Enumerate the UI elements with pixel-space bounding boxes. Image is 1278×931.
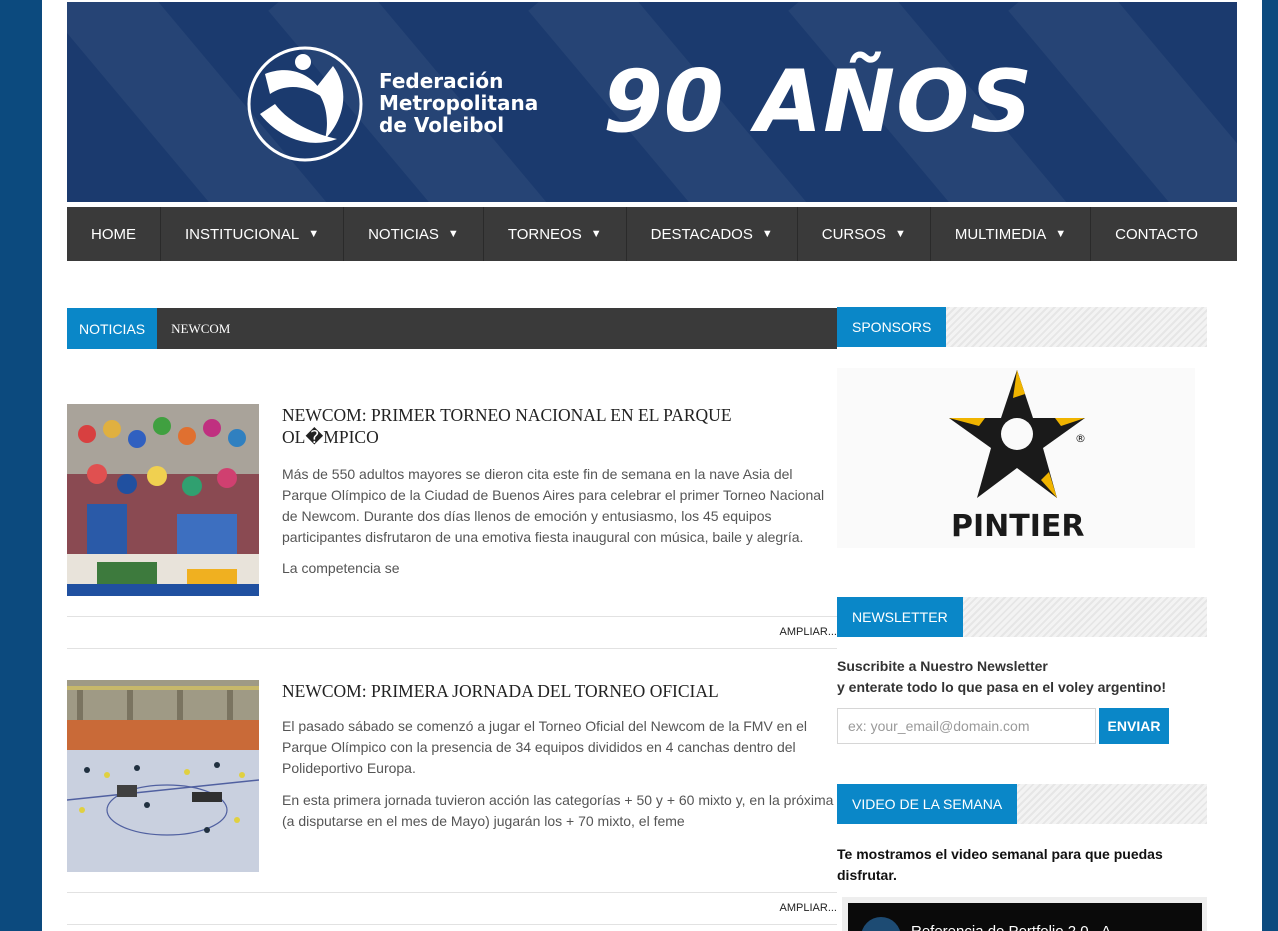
federation-name-line3: de Voleibol — [379, 113, 505, 137]
anniversary-title: 90 AÑOS — [603, 52, 1034, 152]
sponsor-banner[interactable]: ® PINTIER — [837, 368, 1195, 548]
article-card: NEWCOM: PRIMERA JORNADA DEL TORNEO OFICI… — [67, 680, 837, 925]
article-thumbnail[interactable] — [67, 404, 259, 596]
email-field[interactable] — [837, 708, 1096, 744]
nav-home-label: HOME — [91, 225, 136, 243]
nav-destacados[interactable]: DESTACADOS ▼ — [627, 207, 798, 261]
video-header: VIDEO DE LA SEMANA — [837, 784, 1207, 824]
newsletter-line2: y enterate todo lo que pasa en el voley … — [837, 679, 1167, 695]
article-title[interactable]: NEWCOM: PRIMERA JORNADA DEL TORNEO OFICI… — [282, 680, 822, 702]
nav-home[interactable]: HOME — [67, 207, 161, 261]
article-card: NEWCOM: PRIMER TORNEO NACIONAL EN EL PAR… — [67, 404, 837, 649]
divider — [67, 924, 837, 925]
sponsors-title: SPONSORS — [837, 307, 947, 347]
chevron-down-icon: ▼ — [308, 228, 320, 240]
nav-multimedia-label: MULTIMEDIA — [954, 225, 1047, 243]
main-nav: HOME INSTITUCIONAL ▼ NOTICIAS ▼ TORNEOS ▼ D… — [67, 207, 1237, 261]
federation-name: Federación Metropolitana de Voleibol — [379, 70, 538, 136]
article-thumbnail[interactable] — [67, 680, 259, 872]
svg-text:®: ® — [1075, 432, 1086, 445]
nav-cursos-label: CURSOS — [821, 225, 886, 243]
star-logo-icon: ® — [949, 370, 1086, 498]
article-excerpt: Más de 550 adultos mayores se dieron cit… — [282, 466, 825, 545]
read-more-link[interactable]: AMPLIAR... — [780, 626, 837, 638]
chevron-down-icon: ▼ — [590, 228, 602, 240]
page: Federación Metropolitana de Voleibol 90 … — [42, 0, 1262, 931]
send-button[interactable]: ENVIAR — [1099, 708, 1169, 744]
federation-name-line2: Metropolitana — [379, 91, 539, 115]
video-description: Te mostramos el video semanal para que p… — [837, 846, 1163, 883]
read-more-link[interactable]: AMPLIAR... — [780, 902, 837, 914]
breadcrumb-section[interactable]: NOTICIAS — [67, 308, 158, 349]
article-excerpt-continued: En esta primera jornada tuvieron acción … — [282, 792, 834, 829]
divider — [67, 648, 837, 649]
article-excerpt-continued: La competencia se — [282, 560, 400, 576]
sponsors-header: SPONSORS — [837, 307, 1207, 347]
nav-institucional-label: INSTITUCIONAL — [185, 225, 300, 243]
newsletter-header: NEWSLETTER — [837, 597, 1207, 637]
article-excerpt: El pasado sábado se comenzó a jugar el T… — [282, 718, 808, 776]
video-title: VIDEO DE LA SEMANA — [837, 784, 1018, 824]
channel-avatar-icon — [861, 917, 901, 931]
video-caption: Referencia de Portfolio 2.0 - A — [911, 923, 1111, 931]
chevron-down-icon: ▼ — [447, 228, 459, 240]
nav-contacto[interactable]: CONTACTO — [1091, 207, 1222, 261]
breadcrumb: NOTICIAS NEWCOM — [67, 308, 837, 349]
nav-contacto-label: CONTACTO — [1115, 225, 1198, 243]
newsletter-description: Suscribite a Nuestro Newsletter y entera… — [837, 656, 1166, 698]
crowd-photo-icon — [67, 404, 259, 596]
header-banner[interactable]: Federación Metropolitana de Voleibol 90 … — [67, 2, 1237, 202]
divider — [67, 892, 837, 893]
volleyball-logo-icon — [247, 46, 363, 162]
nav-torneos[interactable]: TORNEOS ▼ — [484, 207, 627, 261]
court-photo-icon — [67, 680, 259, 872]
video-embed[interactable]: Referencia de Portfolio 2.0 - A — [842, 897, 1207, 931]
nav-institucional[interactable]: INSTITUCIONAL ▼ — [161, 207, 345, 261]
newsletter-line1: Suscribite a Nuestro Newsletter — [837, 658, 1048, 674]
nav-noticias-label: NOTICIAS — [368, 225, 439, 243]
federation-name-line1: Federación — [379, 69, 504, 93]
article-title[interactable]: NEWCOM: PRIMER TORNEO NACIONAL EN EL PAR… — [282, 404, 822, 448]
chevron-down-icon: ▼ — [894, 228, 906, 240]
nav-multimedia[interactable]: MULTIMEDIA ▼ — [931, 207, 1092, 261]
chevron-down-icon: ▼ — [1055, 228, 1067, 240]
chevron-down-icon: ▼ — [761, 228, 773, 240]
sponsor-name: PINTIER — [951, 509, 1085, 544]
nav-cursos[interactable]: CURSOS ▼ — [798, 207, 931, 261]
newsletter-title: NEWSLETTER — [837, 597, 963, 637]
divider — [67, 616, 837, 617]
nav-torneos-label: TORNEOS — [507, 225, 582, 243]
video-player[interactable]: Referencia de Portfolio 2.0 - A — [848, 903, 1202, 931]
breadcrumb-current: NEWCOM — [171, 320, 231, 336]
nav-noticias[interactable]: NOTICIAS ▼ — [344, 207, 484, 261]
nav-destacados-label: DESTACADOS — [650, 225, 753, 243]
